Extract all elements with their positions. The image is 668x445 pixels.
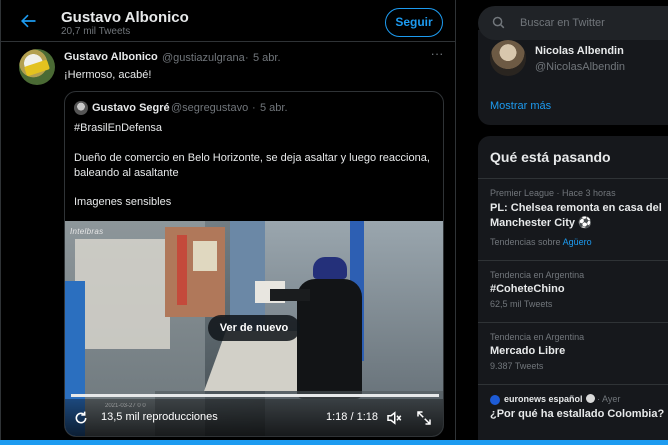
trend-meta: Tendencia en Argentina <box>490 270 585 280</box>
video-progress-fill <box>71 394 439 397</box>
trend-item[interactable]: Tendencia en Argentina Mercado Libre 9.3… <box>478 322 668 384</box>
video-timestamp-overlay: 2021-03-27 0 0 <box>105 403 146 409</box>
trend-meta: Premier League · Hace 3 horas <box>490 188 616 198</box>
main-column: Gustavo Albonico 20,7 mil Tweets Seguir … <box>0 0 456 445</box>
suggested-user-name[interactable]: Nicolas Albendin <box>535 45 624 57</box>
trend-title: Mercado Libre <box>490 345 566 357</box>
trend-meta: euronews español · Ayer <box>504 394 620 404</box>
quote-author-handle[interactable]: @segregustavo <box>171 102 248 114</box>
who-to-follow-card: Nicolas Albendin @NicolasAlbendin Mostra… <box>478 30 668 125</box>
tweet-count: 20,7 mil Tweets <box>61 26 131 37</box>
quoted-tweet[interactable]: Gustavo Segré @segregustavo · 5 abr. #Br… <box>64 91 444 437</box>
trend-sub: Tendencias sobre Agüero <box>490 237 592 247</box>
follow-button[interactable]: Seguir <box>385 8 443 37</box>
quote-date[interactable]: 5 abr. <box>260 102 288 114</box>
trend-item[interactable]: euronews español · Ayer ¿Por qué ha esta… <box>478 384 668 445</box>
trend-source: euronews español <box>504 394 583 404</box>
search-icon <box>492 16 505 29</box>
replay-icon[interactable] <box>73 410 89 426</box>
search-box[interactable] <box>478 6 668 40</box>
trend-sub-link[interactable]: Agüero <box>563 237 592 247</box>
fullscreen-icon[interactable] <box>415 409 433 427</box>
search-input[interactable] <box>520 15 668 31</box>
trend-title: PL: Chelsea remonta en casa del Manchest… <box>490 202 662 229</box>
euronews-logo-icon <box>490 395 500 405</box>
suggested-user-handle[interactable]: @NicolasAlbendin <box>535 61 625 73</box>
arrow-left-icon <box>21 14 36 28</box>
volume-muted-icon[interactable] <box>385 409 403 427</box>
video-player[interactable]: Intelbras Ver de nuevo 13,5 mil reproduc… <box>65 221 443 436</box>
trends-title: Qué está pasando <box>490 149 611 165</box>
profile-name: Gustavo Albonico <box>61 9 189 26</box>
quote-avatar[interactable] <box>74 101 88 115</box>
replay-button[interactable]: Ver de nuevo <box>208 315 300 341</box>
profile-header: Gustavo Albonico 20,7 mil Tweets Seguir <box>1 0 455 42</box>
trend-meta: Tendencia en Argentina <box>490 332 585 342</box>
video-watermark: Intelbras <box>70 227 104 236</box>
tweet-text: ¡Hermoso, acabé! <box>64 69 152 81</box>
trend-sub-prefix: Tendencias sobre <box>490 237 561 247</box>
sidebar: Nicolas Albendin @NicolasAlbendin Mostra… <box>456 0 668 445</box>
avatar[interactable] <box>490 40 526 76</box>
back-button[interactable] <box>15 8 41 34</box>
trend-tweet-count: 9.387 Tweets <box>490 361 544 371</box>
quote-text: Dueño de comercio en Belo Horizonte, se … <box>74 152 430 179</box>
trend-title: ¿Por qué ha estallado Colombia? <box>490 408 665 420</box>
tweet[interactable]: Gustavo Albonico @gustiazulgrana · 5 abr… <box>1 43 455 445</box>
avatar[interactable] <box>19 49 55 85</box>
bottom-accent-bar <box>0 440 668 445</box>
tweet-author-handle[interactable]: @gustiazulgrana <box>162 52 245 64</box>
show-more-link[interactable]: Mostrar más <box>490 100 551 112</box>
hashtag[interactable]: #BrasilEnDefensa <box>74 122 162 134</box>
tweet-date[interactable]: 5 abr. <box>253 52 281 64</box>
trend-item[interactable]: Tendencia en Argentina #CoheteChino 62,5… <box>478 260 668 322</box>
trend-time: · Ayer <box>597 394 621 404</box>
tweet-author-name[interactable]: Gustavo Albonico <box>64 51 158 63</box>
separator: · <box>245 52 249 64</box>
trends-card: Qué está pasando Premier League · Hace 3… <box>478 136 668 445</box>
trend-item[interactable]: Premier League · Hace 3 horas PL: Chelse… <box>478 178 668 250</box>
verified-icon <box>585 394 595 403</box>
view-count: 13,5 mil reproducciones <box>101 411 218 423</box>
quote-author-name[interactable]: Gustavo Segré <box>92 102 170 114</box>
trend-title: #CoheteChino <box>490 283 565 295</box>
sensitive-label: Imagenes sensibles <box>74 196 172 208</box>
video-time: 1:18 / 1:18 <box>326 411 378 423</box>
trend-tweet-count: 62,5 mil Tweets <box>490 299 553 309</box>
video-progress-bar[interactable] <box>71 394 439 397</box>
separator: · <box>252 102 256 114</box>
more-options-icon[interactable]: ··· <box>427 46 447 64</box>
